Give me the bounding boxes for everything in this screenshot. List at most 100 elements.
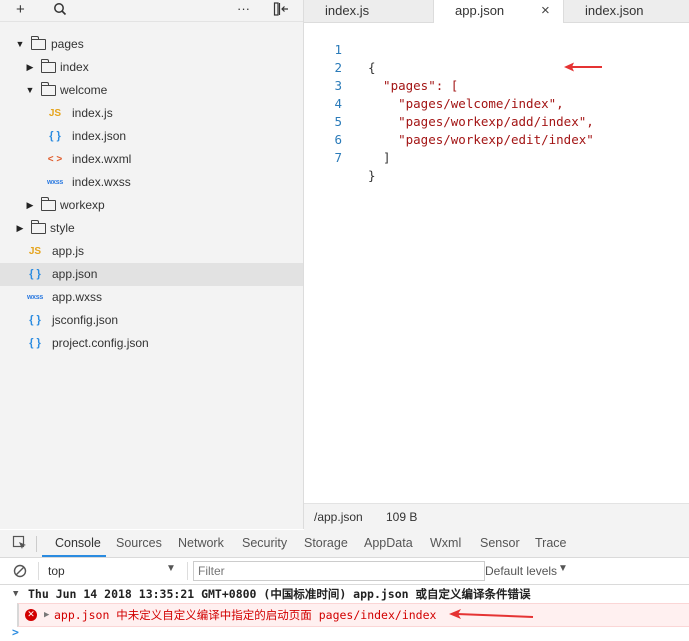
ellipsis-icon[interactable]: ··· xyxy=(237,0,250,18)
tree-item-label: style xyxy=(50,221,75,235)
tab-security[interactable]: Security xyxy=(242,536,287,550)
chevron-down-icon[interactable]: ▼ xyxy=(25,79,35,102)
group-header-text: Thu Jun 14 2018 13:35:21 GMT+0800 (中国标准时… xyxy=(28,587,531,601)
tab-index-json[interactable]: index.json xyxy=(564,0,689,22)
code-line: 3 "pages/welcome/index", xyxy=(304,59,689,111)
console-group-header[interactable]: ▼ Thu Jun 14 2018 13:35:21 GMT+0800 (中国标… xyxy=(0,586,689,603)
folder-icon xyxy=(41,59,56,73)
inspect-element-icon[interactable] xyxy=(12,535,28,554)
tab-sensor[interactable]: Sensor xyxy=(480,536,520,550)
console-error-message[interactable]: ✕ ▶ app.json 中未定义自定义编译中指定的启动页面 pages/ind… xyxy=(17,603,689,627)
tab-storage[interactable]: Storage xyxy=(304,536,348,550)
chevron-down-icon[interactable]: ▼ xyxy=(15,33,25,56)
tree-item-label: index.js xyxy=(72,106,113,120)
tree-item-index[interactable]: ▶ index xyxy=(0,56,303,79)
tree-item-label: index.wxss xyxy=(72,175,131,189)
code-line: 5 "pages/workexp/edit/index" xyxy=(304,95,689,147)
console-prompt[interactable]: > xyxy=(0,625,689,640)
tree-item-index-wxss[interactable]: wxss index.wxss xyxy=(0,171,303,194)
divider xyxy=(38,562,39,580)
folder-icon xyxy=(41,82,56,96)
divider xyxy=(187,562,188,580)
close-icon[interactable]: × xyxy=(541,0,550,21)
code-line: 2 "pages": [ xyxy=(304,41,689,93)
tree-item-welcome[interactable]: ▼ welcome xyxy=(0,79,303,102)
editor-status-bar: /app.json 109 B xyxy=(304,503,689,530)
annotation-arrow-icon xyxy=(449,609,534,619)
console-filter-input[interactable] xyxy=(193,561,485,581)
tree-item-style[interactable]: ▶ style xyxy=(0,217,303,240)
wxml-file-icon: < > xyxy=(47,154,63,165)
console-filter-bar: top ▼ Default levels ▼ xyxy=(0,558,689,585)
tab-console[interactable]: Console xyxy=(55,536,101,550)
chevron-right-icon[interactable]: ▶ xyxy=(25,194,35,217)
explorer-toolbar: + ··· xyxy=(0,0,303,22)
tab-label: app.json xyxy=(455,3,505,18)
tree-item-label: welcome xyxy=(60,83,108,97)
tab-sources[interactable]: Sources xyxy=(116,536,162,550)
context-select[interactable]: top xyxy=(48,564,65,578)
log-levels-select[interactable]: Default levels xyxy=(485,564,557,578)
tree-item-index-js[interactable]: JS index.js xyxy=(0,102,303,125)
wxss-file-icon: wxss xyxy=(47,179,63,186)
chevron-right-icon[interactable]: ▶ xyxy=(25,56,35,79)
js-file-icon: JS xyxy=(48,108,62,119)
tree-item-app-js[interactable]: JS app.js xyxy=(0,240,303,263)
tree-item-workexp[interactable]: ▶ workexp xyxy=(0,194,303,217)
json-file-icon: { } xyxy=(29,337,41,349)
tree-item-app-wxss[interactable]: wxss app.wxss xyxy=(0,286,303,309)
plus-icon[interactable]: + xyxy=(16,1,25,19)
tree-item-project-config-json[interactable]: { } project.config.json xyxy=(0,332,303,355)
chevron-down-icon[interactable]: ▼ xyxy=(558,563,568,574)
editor-tab-bar: index.js app.json × index.json xyxy=(304,0,689,23)
file-size: 109 B xyxy=(386,510,418,524)
tab-wxml[interactable]: Wxml xyxy=(430,536,461,550)
code-line: 6 ] xyxy=(304,113,689,165)
tab-trace[interactable]: Trace xyxy=(535,536,567,550)
json-file-icon: { } xyxy=(29,314,41,326)
folder-icon xyxy=(31,220,46,234)
tree-item-index-json[interactable]: { } index.json xyxy=(0,125,303,148)
folder-icon xyxy=(31,36,46,50)
tree-item-label: index xyxy=(60,60,89,74)
code-text: } xyxy=(368,168,376,183)
search-icon[interactable] xyxy=(53,0,67,23)
tab-index-js[interactable]: index.js xyxy=(304,0,434,22)
annotation-arrow-icon xyxy=(564,62,602,72)
error-icon: ✕ xyxy=(25,609,37,621)
split-arrow-icon[interactable] xyxy=(273,0,291,23)
tab-label: index.js xyxy=(325,3,370,18)
tab-network[interactable]: Network xyxy=(178,536,224,550)
devtools-tab-bar: Console Sources Network Security Storage… xyxy=(0,530,689,558)
chevron-right-icon[interactable]: ▶ xyxy=(15,217,25,240)
tree-item-label: app.json xyxy=(52,267,98,281)
tree-item-label: index.json xyxy=(72,129,127,143)
code-text: ] xyxy=(368,150,391,165)
code-line: 1 { xyxy=(304,23,689,75)
js-file-icon: JS xyxy=(28,246,42,257)
tab-label: index.json xyxy=(585,3,644,18)
tree-item-jsconfig-json[interactable]: { } jsconfig.json xyxy=(0,309,303,332)
code-editor[interactable]: 1 { 2 "pages": [ 3 "pages/welcome/index"… xyxy=(304,23,689,503)
tree-item-label: project.config.json xyxy=(52,336,149,350)
json-file-icon: { } xyxy=(49,130,61,142)
code-line: 4 "pages/workexp/add/index", xyxy=(304,77,689,129)
tree-item-label: pages xyxy=(51,37,84,51)
tree-item-label: index.wxml xyxy=(72,152,132,166)
expand-arrow-icon[interactable]: ▶ xyxy=(44,604,49,626)
tree-item-label: jsconfig.json xyxy=(52,313,119,327)
json-file-icon: { } xyxy=(29,268,41,280)
tree-item-label: app.wxss xyxy=(52,290,103,304)
prompt-chevron: > xyxy=(12,625,19,639)
tree-item-index-wxml[interactable]: < > index.wxml xyxy=(0,148,303,171)
tree-item-app-json[interactable]: { } app.json xyxy=(0,263,303,286)
tree-item-pages[interactable]: ▼ pages xyxy=(0,33,303,56)
tree-item-label: workexp xyxy=(60,198,105,212)
code-line: 7 } xyxy=(304,131,689,183)
tab-app-json[interactable]: app.json × xyxy=(434,0,564,23)
expand-triangle-icon[interactable]: ▼ xyxy=(13,586,18,603)
tab-appdata[interactable]: AppData xyxy=(364,536,413,550)
clear-console-icon[interactable] xyxy=(13,564,27,581)
file-path: /app.json xyxy=(314,510,363,524)
chevron-down-icon[interactable]: ▼ xyxy=(166,563,176,574)
